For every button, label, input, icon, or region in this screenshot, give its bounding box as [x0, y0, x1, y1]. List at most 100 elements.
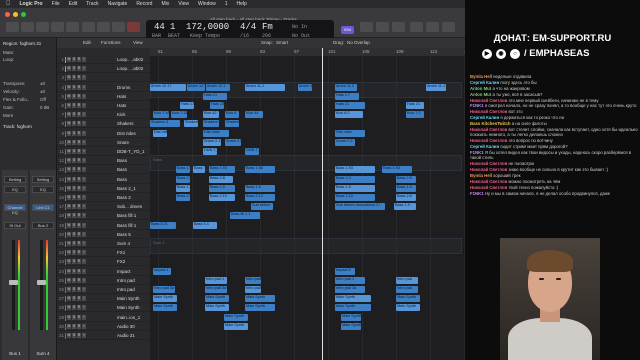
- audio-region[interactable]: Bass 1.5: [209, 184, 235, 192]
- track-name[interactable]: Sum 4: [117, 240, 130, 247]
- audio-region[interactable]: Main Synth: [245, 295, 275, 303]
- record-enable-button[interactable]: R: [77, 277, 81, 283]
- audio-region[interactable]: Kick 7.2: [406, 111, 424, 119]
- setting-slot[interactable]: Setting: [4, 176, 26, 183]
- solo-button[interactable]: S: [72, 130, 76, 136]
- mute-button[interactable]: M: [67, 222, 71, 228]
- mute-button[interactable]: M: [67, 139, 71, 145]
- solo-button[interactable]: S: [72, 305, 76, 311]
- record-enable-button[interactable]: R: [77, 130, 81, 136]
- input-monitor-button[interactable]: I: [82, 195, 86, 200]
- track-name[interactable]: Kick: [117, 111, 126, 118]
- record-enable-button[interactable]: R: [77, 103, 81, 108]
- audio-region[interactable]: Snare 2.5: [335, 138, 355, 146]
- cycle-button[interactable]: [360, 22, 373, 32]
- audio-region[interactable]: Amen 12.18: [187, 83, 205, 91]
- inspector-button[interactable]: [21, 22, 34, 32]
- track-name[interactable]: Main Synth: [117, 295, 140, 302]
- audio-region[interactable]: Bass 2.3: [335, 175, 375, 183]
- menu-mix[interactable]: Mix: [161, 1, 169, 7]
- audio-region[interactable]: Bass: [193, 166, 205, 174]
- audio-region[interactable]: Amen 11.1: [426, 83, 446, 91]
- apple-icon[interactable]: : [6, 1, 11, 7]
- rewind-button[interactable]: [82, 22, 95, 32]
- menu-view[interactable]: View: [178, 1, 189, 7]
- audio-region[interactable]: Bass 2.8: [396, 175, 416, 183]
- record-enable-button[interactable]: R: [77, 139, 81, 145]
- audio-region[interactable]: Kick 7.11: [171, 111, 187, 119]
- track-name[interactable]: Audio 30: [117, 323, 135, 330]
- track-header-row[interactable]: 28 M S R I Main Synth: [57, 304, 150, 313]
- input-monitor-button[interactable]: I: [82, 323, 86, 329]
- mute-button[interactable]: M: [67, 66, 71, 72]
- audio-region[interactable]: Main Synth: [205, 295, 229, 303]
- track-name[interactable]: Audio 31: [117, 332, 135, 339]
- audio-region[interactable]: Amen 11.1: [245, 83, 285, 91]
- record-enable-button[interactable]: R: [77, 195, 81, 200]
- mute-button[interactable]: M: [67, 241, 71, 246]
- track-header-row[interactable]: 2 M S R I Loop.. ..ab02: [57, 65, 150, 74]
- audio-region[interactable]: Hats 21: [203, 92, 227, 100]
- audio-region[interactable]: Kick 6: [225, 111, 239, 119]
- audio-region[interactable]: Intro pad: [245, 276, 261, 284]
- solo-button[interactable]: S: [72, 231, 76, 237]
- audio-region[interactable]: Bass 1.6: [176, 166, 190, 174]
- more-disclosure[interactable]: More: [3, 113, 13, 118]
- track-header-row[interactable]: 19 M S R I Bass fill 1: [57, 222, 150, 230]
- track-header-row[interactable]: 6 M S R I Hats: [57, 102, 150, 110]
- audio-region[interactable]: Bass 2.10: [245, 194, 275, 201]
- track-header-row[interactable]: 15 M S R I Bass 2_1: [57, 185, 150, 193]
- velocity-value[interactable]: ±0: [40, 89, 45, 94]
- solo-button[interactable]: S: [72, 57, 76, 62]
- track-header-row[interactable]: 12 M S R I Bass: [57, 157, 150, 166]
- audio-region[interactable]: Bass 1.5: [335, 184, 375, 192]
- tuner-button[interactable]: [376, 22, 389, 32]
- menu-help[interactable]: Help: [237, 1, 247, 7]
- gain-value[interactable]: 0 dB: [40, 105, 49, 110]
- close-window-button[interactable]: [5, 12, 10, 17]
- input-monitor-button[interactable]: I: [82, 222, 86, 228]
- audio-region[interactable]: Intro pad: [245, 286, 261, 293]
- region-header[interactable]: Region: foghorn.31: [3, 41, 41, 46]
- audio-region[interactable]: Bass fill 1.1: [230, 212, 260, 220]
- input-monitor-button[interactable]: I: [82, 213, 86, 219]
- input-monitor-button[interactable]: I: [82, 139, 86, 145]
- menu-file[interactable]: File: [52, 1, 60, 7]
- track-header-row[interactable]: 30 M S R I Audio 30: [57, 323, 150, 331]
- solo-button[interactable]: S: [72, 204, 76, 210]
- solo-button[interactable]: S: [72, 121, 76, 127]
- record-enable-button[interactable]: R: [77, 287, 81, 292]
- audio-region[interactable]: Dist rides: [203, 129, 229, 137]
- bar-ruler[interactable]: 8185899397101105109113117: [150, 48, 465, 56]
- solo-button[interactable]: S: [72, 222, 76, 228]
- solo-button[interactable]: S: [72, 66, 76, 72]
- solo-button[interactable]: S: [72, 112, 76, 118]
- track-header-row[interactable]: 22 M S R I FX1: [57, 249, 150, 258]
- mute-button[interactable]: M: [67, 75, 71, 81]
- mute-button[interactable]: M: [67, 149, 71, 154]
- audio-region[interactable]: Bass 2.6: [396, 194, 416, 201]
- audio-region[interactable]: Shakers 9: [225, 120, 239, 128]
- solo-button[interactable]: S: [72, 296, 76, 302]
- record-enable-button[interactable]: R: [77, 222, 81, 228]
- track-header-row[interactable]: 23 M S R I FX2: [57, 258, 150, 267]
- solo-button[interactable]: S: [72, 277, 76, 283]
- track-header-row[interactable]: 20 M S R I Bass 5: [57, 231, 150, 239]
- record-enable-button[interactable]: R: [77, 75, 81, 81]
- input-monitor-button[interactable]: I: [82, 268, 86, 274]
- input-monitor-button[interactable]: I: [82, 305, 86, 311]
- track-header-row[interactable]: 26 M S R I Intro pad: [57, 286, 150, 294]
- record-enable-button[interactable]: R: [77, 57, 81, 62]
- audio-region[interactable]: Shakers 5: [184, 120, 198, 128]
- record-enable-button[interactable]: R: [77, 268, 81, 274]
- record-enable-button[interactable]: R: [77, 93, 81, 99]
- audio-region[interactable]: Bass 2.3: [176, 175, 190, 183]
- mute-button[interactable]: M: [67, 195, 71, 200]
- track-header[interactable]: Track: foghorn: [3, 124, 32, 129]
- menu-window[interactable]: Window: [198, 1, 216, 7]
- audio-region[interactable]: Kick 6.2: [335, 111, 363, 119]
- track-header-row[interactable]: 1 M S R I Loop.. ..ab02: [57, 56, 150, 64]
- output-slot[interactable]: Bus 2: [32, 222, 54, 229]
- audio-region[interactable]: Intro pad 3a: [205, 286, 227, 293]
- mute-button[interactable]: M: [67, 167, 71, 173]
